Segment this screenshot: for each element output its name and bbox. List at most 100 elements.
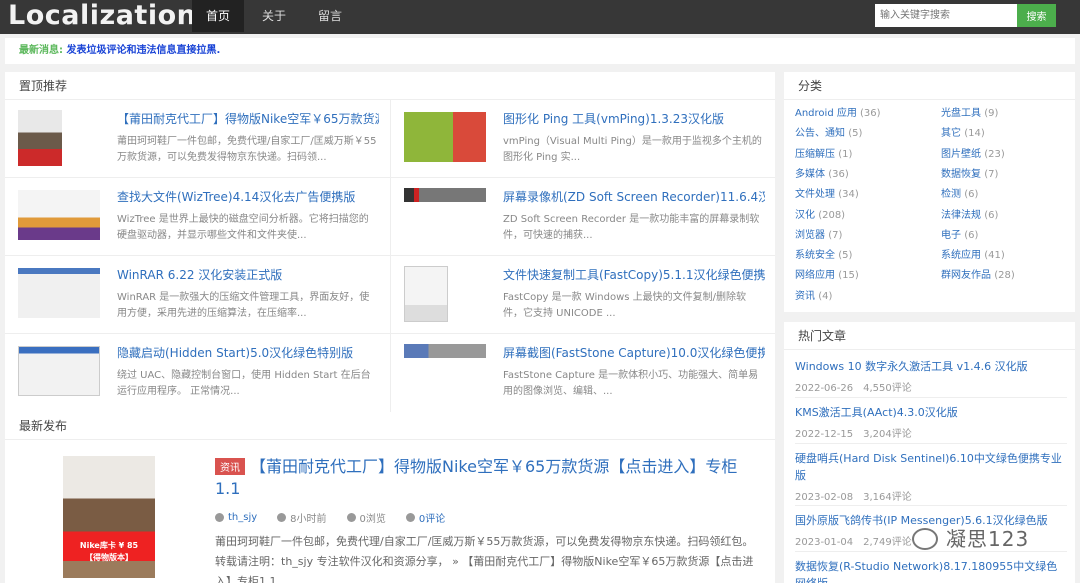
categories-heading: 分类 [784,72,1075,100]
post-thumbnail[interactable] [18,110,62,166]
category-link[interactable]: 公告、通知 (5) [795,124,862,139]
post-thumbnail[interactable] [18,268,100,318]
latest-panel: 最新发布 Nike库卡 ¥ 85 【得物版本】 【莆田耐克代工厂】得物版Nike… [5,412,775,583]
latest-post-title[interactable]: 【莆田耐克代工厂】得物版Nike空军￥65万款货源【点击进入】专柜1.1 [215,456,755,500]
category-link[interactable]: 图片壁纸 (23) [941,145,1005,160]
hot-article-title[interactable]: 硬盘哨兵(Hard Disk Sentinel)6.10中文绿色便携专业版 [795,452,1062,482]
category-name: 电子 [941,229,961,241]
category-count: (7) [984,168,999,180]
latest-post-excerpt: 莆田珂珂鞋厂一件包邮，免费代理/自家工厂/匡威万斯￥55万款货源，可以免费发得物… [215,535,754,583]
pinned-item-title[interactable]: 隐藏启动(Hidden Start)5.0汉化绿色特别版 [117,344,379,361]
pinned-item-title[interactable]: 查找大文件(WizTree)4.14汉化去广告便携版 [117,188,379,205]
hot-article-comments: 4,550评论 [863,383,912,394]
pinned-item-title[interactable]: 屏幕录像机(ZD Soft Screen Recorder)11.6.4汉化 [503,188,765,205]
nav-guestbook[interactable]: 留言 [304,0,356,32]
post-thumbnail[interactable] [18,346,100,396]
post-thumbnail[interactable] [404,112,486,162]
category-link[interactable]: 资讯 (4) [795,287,832,302]
pinned-item[interactable]: 屏幕截图(FastStone Capture)10.0汉化绿色便携 FastSt… [390,334,775,412]
site-logo[interactable]: Localization [8,0,196,32]
pinned-heading: 置顶推荐 [5,72,775,100]
category-name: 法律法规 [941,209,981,221]
watermark-text: 凝思123 [946,527,1030,551]
category-link[interactable]: 文件处理 (34) [795,185,859,200]
category-count: (5) [838,250,853,262]
category-name: 系统安全 [795,250,835,262]
category-count: (15) [838,270,859,282]
hot-article[interactable]: 硬盘哨兵(Hard Disk Sentinel)6.10中文绿色便携专业版 20… [795,450,1067,506]
category-count: (7) [828,229,843,241]
category-name: 资讯 [795,290,815,302]
category-count: (9) [984,108,999,119]
category-badge[interactable]: 资讯 [215,458,245,475]
category-link[interactable]: 系统应用 (41) [941,246,1005,261]
pinned-item-title[interactable]: 【莆田耐克代工厂】得物版Nike空军￥65万款货源 [117,110,379,127]
hot-article-title[interactable]: KMS激活工具(AAct)4.3.0汉化版 [795,406,958,419]
category-count: (1) [838,148,853,160]
hot-article-title[interactable]: 数据恢复(R-Studio Network)8.17.180955中文绿色网络版 [795,560,1057,583]
category-name: 多媒体 [795,168,825,180]
notice-label: 最新消息: [19,45,63,56]
pinned-item[interactable]: 文件快速复制工具(FastCopy)5.1.1汉化绿色便携版 FastCopy … [390,256,775,334]
pinned-item-desc: FastCopy 是一款 Windows 上最快的文件复制/删除软件，它支持 U… [503,292,747,319]
pinned-item-title[interactable]: WinRAR 6.22 汉化安装正式版 [117,266,379,283]
category-link[interactable]: 多媒体 (36) [795,165,849,180]
user-icon [215,513,224,522]
category-link[interactable]: 浏览器 (7) [795,226,842,241]
category-link[interactable]: 群网友作品 (28) [941,266,1015,281]
category-name: 浏览器 [795,229,825,241]
nav-home[interactable]: 首页 [192,0,244,32]
post-thumbnail[interactable] [404,188,486,202]
category-count: (36) [860,108,881,119]
search-input[interactable] [875,4,1017,27]
category-name: 公告、通知 [795,128,845,140]
hot-article-date: 2023-01-04 [795,537,854,548]
category-name: 系统应用 [941,250,981,262]
category-count: (5) [848,128,863,140]
hot-article[interactable]: KMS激活工具(AAct)4.3.0汉化版 2022-12-15 3,204评论 [795,404,1067,444]
pinned-item[interactable]: 查找大文件(WizTree)4.14汉化去广告便携版 WizTree 是世界上最… [5,178,390,256]
category-name: 网络应用 [795,270,835,282]
category-link[interactable]: 检测 (6) [941,185,978,200]
author-name[interactable]: th_sjy [228,512,257,523]
category-link[interactable]: 数据恢复 (7) [941,165,998,180]
post-thumbnail[interactable] [404,266,448,322]
category-link[interactable]: 电子 (6) [941,226,978,241]
pinned-item[interactable]: 【莆田耐克代工厂】得物版Nike空军￥65万款货源 莆田珂珂鞋厂一件包邮，免费代… [5,100,390,178]
hot-article[interactable]: Windows 10 数字永久激活工具 v1.4.6 汉化版 2022-06-2… [795,358,1067,398]
hot-article-date: 2022-06-26 [795,383,854,394]
hot-article[interactable]: 数据恢复(R-Studio Network)8.17.180955中文绿色网络版 [795,558,1067,583]
post-thumbnail[interactable] [404,344,486,358]
comments-link[interactable]: 0评论 [419,510,445,525]
wechat-icon [912,528,938,550]
pinned-item-title[interactable]: 图形化 Ping 工具(vmPing)1.3.23汉化版 [503,110,765,127]
category-link[interactable]: 汉化 (208) [795,206,845,221]
category-link[interactable]: 其它 (14) [941,124,985,139]
pinned-item[interactable]: 隐藏启动(Hidden Start)5.0汉化绿色特别版 绕过 UAC、隐藏控制… [5,334,390,412]
category-link[interactable]: 网络应用 (15) [795,266,859,281]
nav-about[interactable]: 关于 [248,0,300,32]
notice-text[interactable]: 发表垃圾评论和违法信息直接拉黑. [66,45,220,56]
category-link[interactable]: 压缩解压 (1) [795,145,852,160]
latest-post-thumbnail[interactable]: Nike库卡 ¥ 85 【得物版本】 [63,456,155,578]
pinned-item-desc: vmPing（Visual Multi Ping）是一款用于监视多个主机的图形化… [503,136,762,163]
post-author[interactable]: th_sjy [215,510,257,525]
category-count: (41) [984,250,1005,262]
hot-article-title[interactable]: Windows 10 数字永久激活工具 v1.4.6 汉化版 [795,360,1028,373]
category-link[interactable]: 光盘工具 (9) [941,104,998,119]
category-link[interactable]: 法律法规 (6) [941,206,998,221]
pinned-item-title[interactable]: 文件快速复制工具(FastCopy)5.1.1汉化绿色便携版 [503,266,765,283]
pinned-item[interactable]: WinRAR 6.22 汉化安装正式版 WinRAR 是一款强大的压缩文件管理工… [5,256,390,334]
latest-heading: 最新发布 [5,412,775,440]
pinned-item-title[interactable]: 屏幕截图(FastStone Capture)10.0汉化绿色便携 [503,344,765,361]
post-comments[interactable]: 0评论 [405,510,445,525]
pinned-item[interactable]: 图形化 Ping 工具(vmPing)1.3.23汉化版 vmPing（Visu… [390,100,775,178]
search-button[interactable]: 搜索 [1017,4,1056,27]
hot-article-date: 2022-12-15 [795,429,854,440]
pinned-item[interactable]: 屏幕录像机(ZD Soft Screen Recorder)11.6.4汉化 Z… [390,178,775,256]
category-link[interactable]: 系统安全 (5) [795,246,852,261]
category-name: 汉化 [795,209,815,221]
category-link[interactable]: Android 应用 (36) [795,104,881,119]
views-text: 0浏览 [359,514,386,525]
post-thumbnail[interactable] [18,190,100,240]
